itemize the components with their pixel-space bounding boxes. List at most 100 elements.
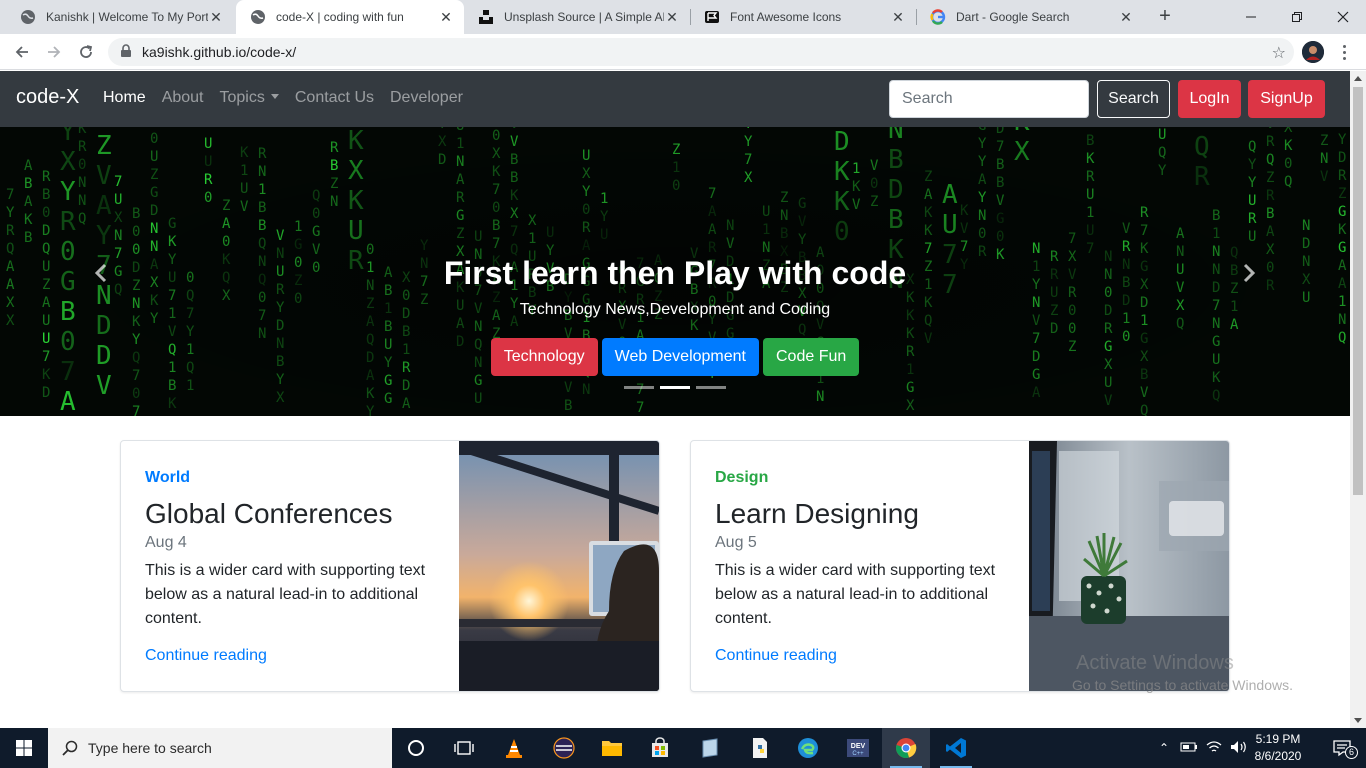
reload-button[interactable] bbox=[74, 40, 98, 64]
page-scrollbar[interactable] bbox=[1350, 71, 1366, 728]
vscode-app-button[interactable] bbox=[932, 728, 980, 768]
continue-reading-link[interactable]: Continue reading bbox=[145, 647, 267, 665]
svg-text:DEV: DEV bbox=[851, 743, 866, 750]
globe-icon bbox=[250, 9, 266, 25]
card-category: Design bbox=[715, 469, 769, 486]
carousel-indicator-1[interactable] bbox=[624, 386, 654, 389]
eclipse-icon bbox=[553, 737, 575, 759]
clock-time: 5:19 PM bbox=[1255, 732, 1301, 746]
close-icon[interactable]: ✕ bbox=[664, 9, 680, 26]
browser-tab-portfolio[interactable]: Kanishk | Welcome To My Portf ✕ bbox=[6, 0, 234, 34]
card-date: Aug 4 bbox=[145, 534, 187, 551]
bookmark-star-icon[interactable]: ☆ bbox=[1272, 43, 1286, 63]
taskbar-clock[interactable]: 5:19 PM 8/6/2020 bbox=[1246, 731, 1310, 765]
notes-icon bbox=[702, 738, 718, 758]
browser-tab-unsplash[interactable]: Unsplash Source | A Simple AP ✕ bbox=[464, 0, 690, 34]
code-fun-button[interactable]: Code Fun bbox=[763, 338, 860, 376]
google-icon bbox=[930, 9, 946, 25]
globe-icon bbox=[20, 9, 36, 25]
scroll-down-arrow-icon[interactable] bbox=[1354, 718, 1362, 723]
tab-title: Unsplash Source | A Simple AP bbox=[504, 10, 664, 24]
nav-link-topics-dropdown[interactable]: Topics bbox=[220, 89, 279, 107]
card-title: Global Conferences bbox=[145, 498, 393, 529]
address-bar[interactable]: ka9ishk.github.io/code-x/ ☆ bbox=[108, 38, 1294, 66]
nav-link-about[interactable]: About bbox=[162, 89, 204, 107]
back-button[interactable] bbox=[10, 40, 34, 64]
close-icon[interactable]: ✕ bbox=[890, 9, 906, 26]
browser-tab-fontawesome[interactable]: Font Awesome Icons ✕ bbox=[690, 0, 916, 34]
close-icon[interactable]: ✕ bbox=[1118, 9, 1134, 26]
battery-icon[interactable] bbox=[1180, 741, 1198, 756]
hero-buttons: Technology Web Development Code Fun bbox=[0, 338, 1350, 376]
svg-text:C++: C++ bbox=[852, 751, 864, 757]
task-view-icon bbox=[454, 741, 474, 755]
tab-title: code-X | coding with fun bbox=[276, 10, 404, 24]
taskbar-search-box[interactable]: Type here to search bbox=[48, 728, 392, 768]
dev-cpp-button[interactable]: DEV C++ bbox=[834, 728, 882, 768]
continue-reading-link[interactable]: Continue reading bbox=[715, 647, 837, 665]
task-view-button[interactable] bbox=[440, 728, 488, 768]
browser-tab-codex[interactable]: code-X | coding with fun ✕ bbox=[236, 0, 464, 34]
site-navbar: code-X Home About Topics Contact Us Deve… bbox=[0, 71, 1350, 127]
wifi-icon[interactable] bbox=[1206, 740, 1222, 757]
card-date: Aug 5 bbox=[715, 534, 757, 551]
carousel-indicator-3[interactable] bbox=[696, 386, 726, 389]
article-card: World Global Conferences Aug 4 This is a… bbox=[120, 440, 660, 692]
python-idle-button[interactable] bbox=[736, 728, 784, 768]
web-development-button[interactable]: Web Development bbox=[601, 338, 759, 376]
notes-app-button[interactable] bbox=[686, 728, 734, 768]
site-search-input[interactable] bbox=[889, 80, 1089, 118]
vlc-app-button[interactable] bbox=[490, 728, 538, 768]
vscode-icon bbox=[946, 738, 966, 758]
lock-icon bbox=[120, 43, 132, 61]
card-category: World bbox=[145, 469, 191, 486]
chevron-up-icon[interactable]: ⌃ bbox=[1156, 741, 1172, 755]
search-icon bbox=[62, 740, 78, 756]
notification-count-badge: 6 bbox=[1345, 746, 1358, 759]
nav-link-developer[interactable]: Developer bbox=[390, 89, 463, 107]
start-button[interactable] bbox=[0, 728, 48, 768]
nav-link-home[interactable]: Home bbox=[103, 89, 146, 107]
close-icon bbox=[1337, 11, 1349, 23]
restore-button[interactable] bbox=[1274, 0, 1320, 34]
store-app-button[interactable] bbox=[636, 728, 684, 768]
card-image-sunset-desk bbox=[459, 441, 659, 691]
edge-browser-button[interactable] bbox=[784, 728, 832, 768]
vlc-cone-icon bbox=[506, 739, 522, 758]
browser-menu-button[interactable] bbox=[1336, 40, 1352, 64]
signup-button[interactable]: SignUp bbox=[1248, 80, 1325, 118]
close-icon[interactable]: ✕ bbox=[208, 9, 224, 26]
nav-links: Home About Topics Contact Us Developer bbox=[103, 89, 463, 107]
window-close-button[interactable] bbox=[1320, 0, 1366, 34]
eclipse-app-button[interactable] bbox=[540, 728, 588, 768]
windows-taskbar: Type here to search DEV C++ ⌃ 5:19 PM 8/… bbox=[0, 728, 1366, 768]
chrome-app-button[interactable] bbox=[882, 728, 930, 768]
profile-avatar[interactable] bbox=[1302, 41, 1324, 63]
card-text: This is a wider card with supporting tex… bbox=[715, 562, 996, 627]
browser-tab-google[interactable]: Dart - Google Search ✕ bbox=[916, 0, 1144, 34]
file-explorer-button[interactable] bbox=[588, 728, 636, 768]
chrome-icon bbox=[896, 738, 917, 758]
technology-button[interactable]: Technology bbox=[490, 338, 598, 376]
action-center-button[interactable]: 6 bbox=[1318, 728, 1366, 768]
scroll-up-arrow-icon[interactable] bbox=[1354, 76, 1362, 81]
minimize-button[interactable] bbox=[1228, 0, 1274, 34]
clock-date: 8/6/2020 bbox=[1254, 749, 1302, 763]
windows-activation-hint: Go to Settings to activate Windows. bbox=[1072, 677, 1293, 693]
scrollbar-thumb[interactable] bbox=[1353, 87, 1363, 495]
windows-activation-watermark: Activate Windows bbox=[1076, 652, 1234, 674]
login-button[interactable]: LogIn bbox=[1178, 80, 1241, 118]
flag-icon bbox=[704, 9, 720, 25]
close-icon[interactable]: ✕ bbox=[438, 9, 454, 26]
taskbar-search-placeholder: Type here to search bbox=[88, 740, 212, 756]
carousel-indicator-2[interactable] bbox=[660, 386, 690, 389]
search-button[interactable]: Search bbox=[1097, 80, 1170, 118]
new-tab-button[interactable]: + bbox=[1154, 5, 1176, 27]
cortana-button[interactable] bbox=[392, 728, 440, 768]
forward-button[interactable] bbox=[42, 40, 66, 64]
tab-title: Kanishk | Welcome To My Portf bbox=[46, 10, 208, 24]
nav-link-contact[interactable]: Contact Us bbox=[295, 89, 374, 107]
site-brand[interactable]: code-X bbox=[16, 86, 79, 109]
page-viewport: code-X Home About Topics Contact Us Deve… bbox=[0, 71, 1350, 728]
python-file-icon bbox=[753, 738, 767, 758]
